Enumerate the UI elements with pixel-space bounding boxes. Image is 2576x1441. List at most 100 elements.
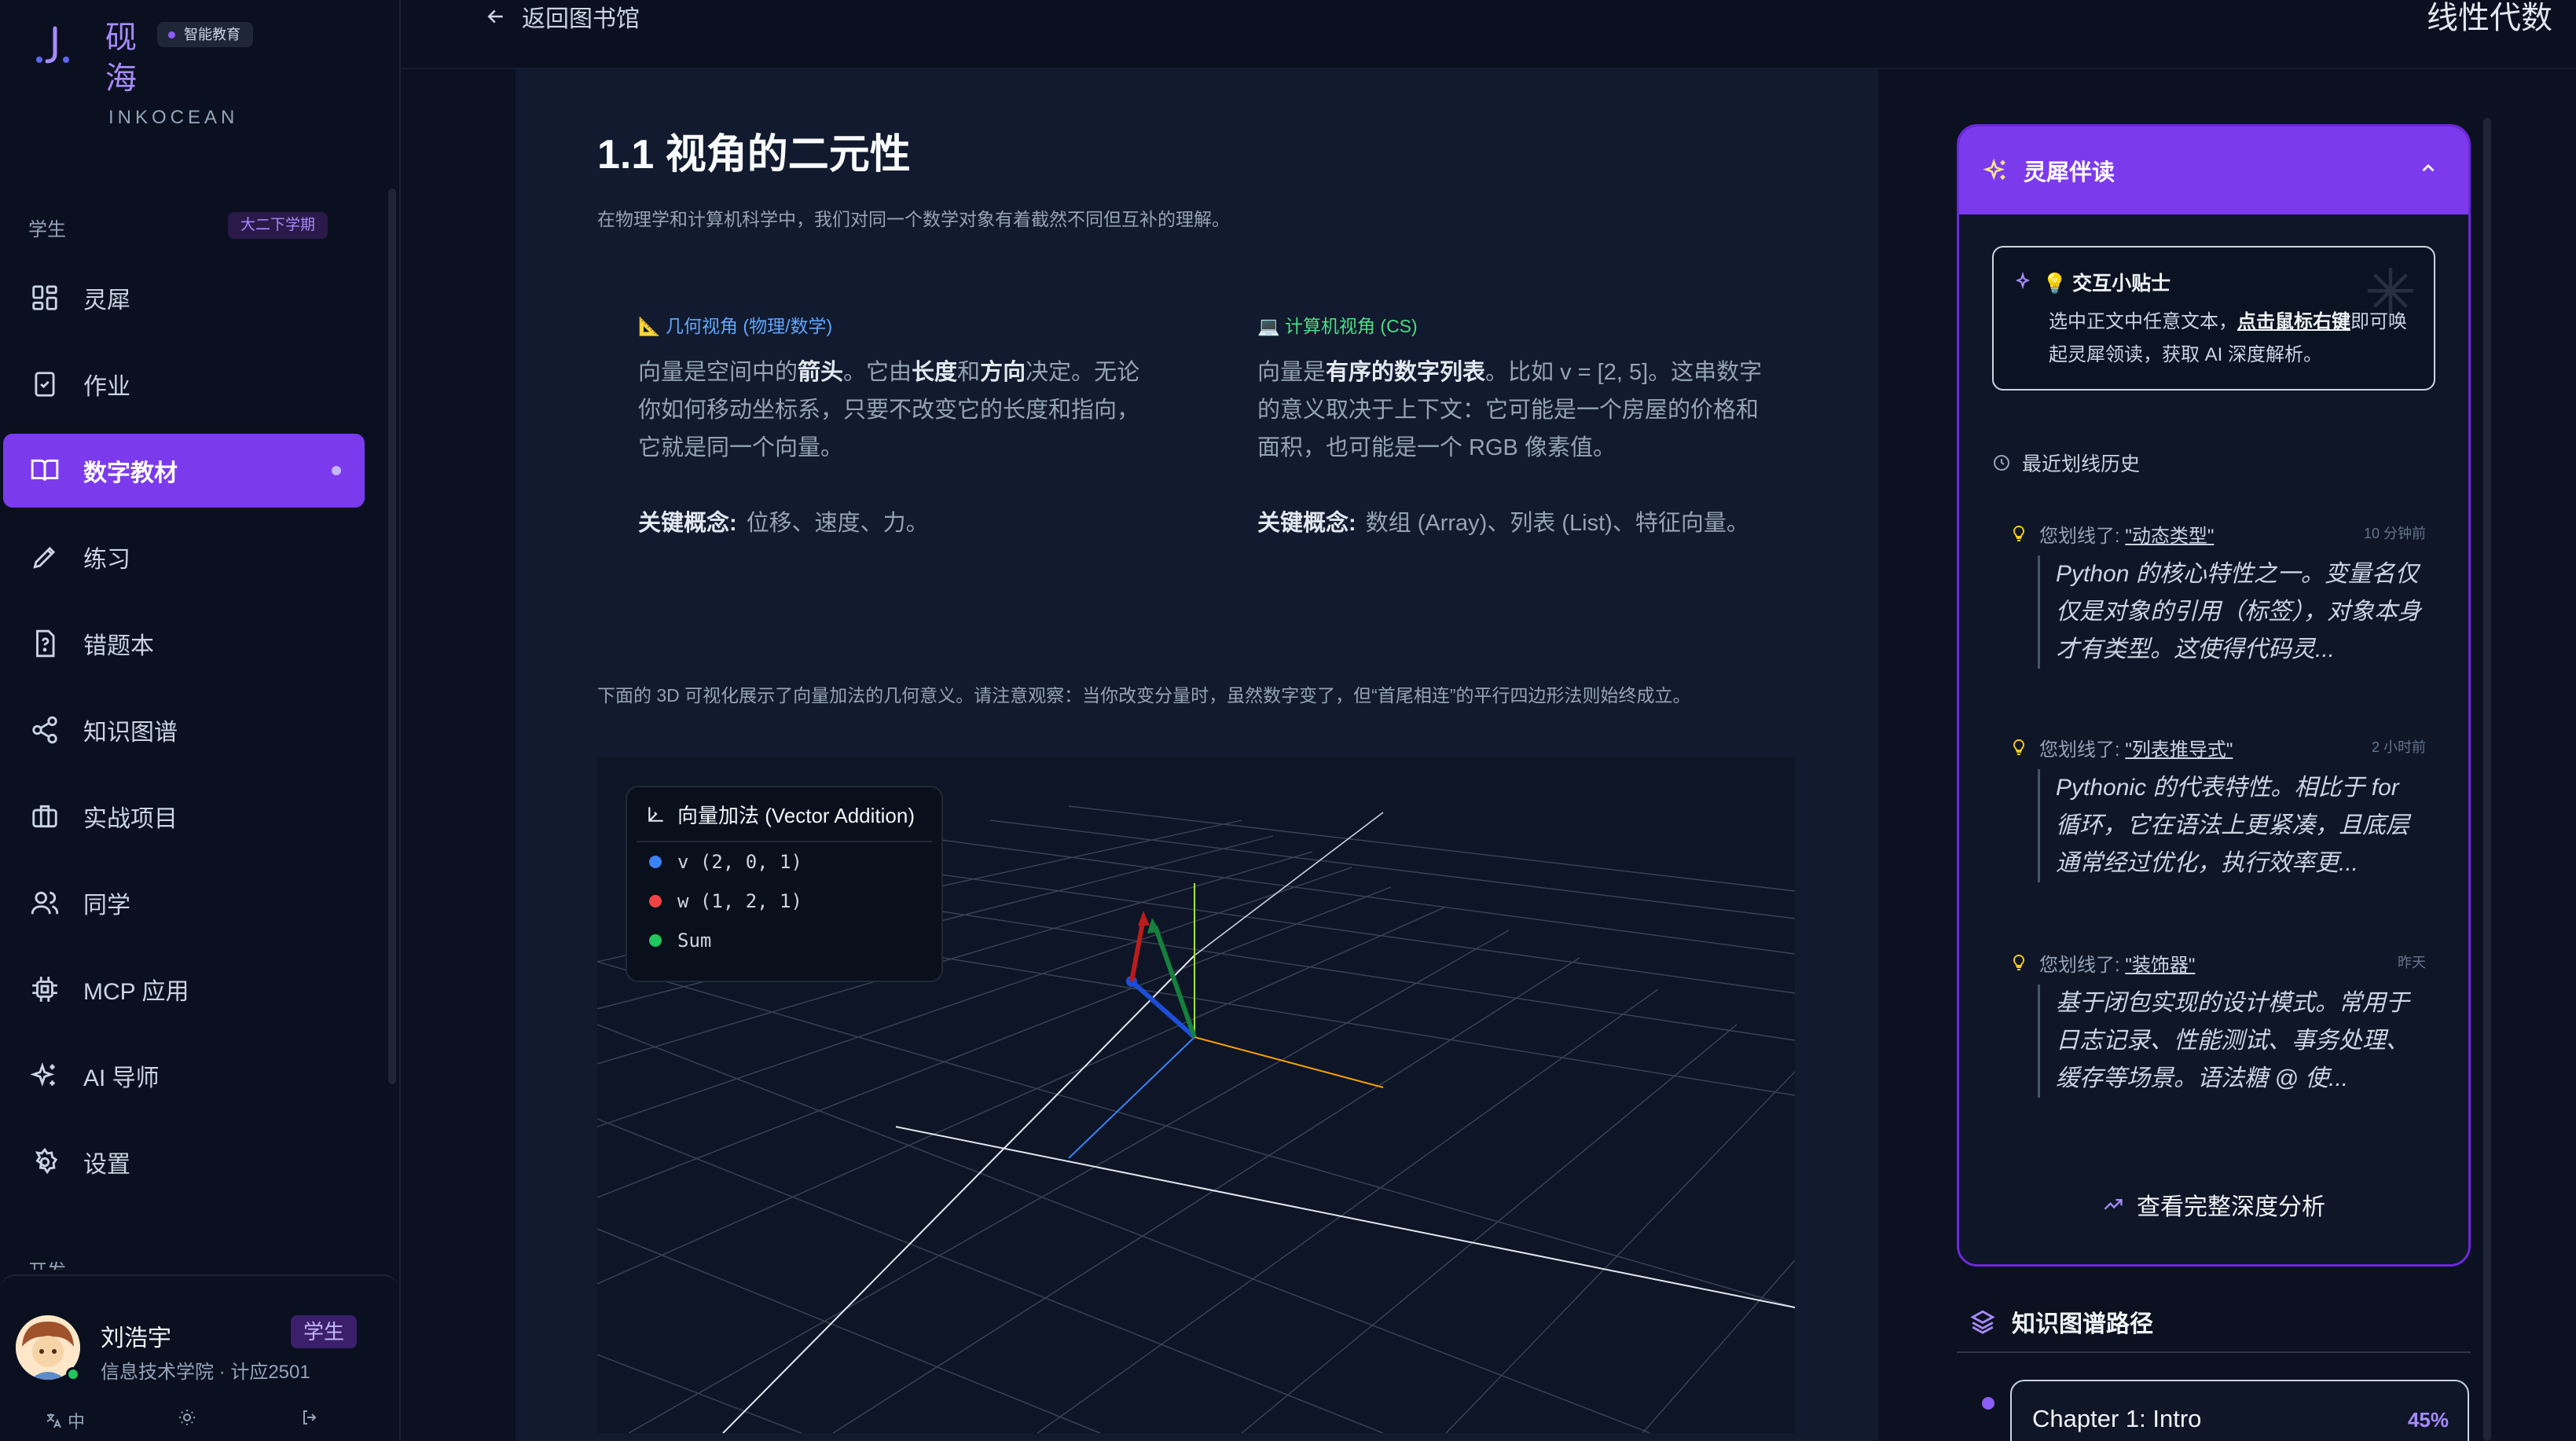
sidebar-item-ai-tutor[interactable]: AI 导师 (3, 1039, 365, 1113)
users-icon (31, 891, 59, 915)
view-full-analysis-button[interactable]: 查看完整深度分析 (1959, 1187, 2468, 1222)
history-quote: 基于闭包实现的设计模式。常用于日志记录、性能测试、事务处理、缓存等场景。语法糖 … (2038, 984, 2426, 1098)
translate-icon (46, 1414, 61, 1428)
sidebar-item-practice[interactable]: 练习 (3, 520, 365, 594)
sidebar-item-lingxi[interactable]: 灵犀 (3, 261, 365, 335)
user-card[interactable]: 刘浩宇 学生 信息技术学院 · 计应2501 中 (0, 1274, 399, 1441)
cs-view-column: 💻 计算机视角 (CS) 向量是有序的数字列表。比如 v = [2, 5]。这串… (1257, 311, 1768, 542)
sidebar-item-homework[interactable]: 作业 (3, 347, 365, 421)
vector-3d-canvas[interactable]: 向量加法 (Vector Addition) v (2, 0, 1) w (1,… (597, 757, 1795, 1433)
arrow-left-icon (487, 9, 503, 24)
sidebar-item-textbook[interactable]: 数字教材 (3, 434, 365, 508)
language-label: 中 (68, 1412, 86, 1432)
sidebar-item-label: 实战项目 (83, 806, 178, 832)
history-time: 昨天 (2398, 955, 2426, 970)
history-item[interactable]: 您划线了: "装饰器" 昨天 基于闭包实现的设计模式。常用于日志记录、性能测试、… (2009, 948, 2426, 1098)
chapter-card[interactable]: Chapter 1: Intro 45% (2010, 1380, 2469, 1441)
cs-view-heading: 💻 计算机视角 (CS) (1257, 316, 1418, 336)
sidebar-item-label: 设置 (83, 1152, 130, 1178)
sidebar-item-label: 练习 (83, 547, 130, 573)
trending-up-icon (2104, 1199, 2123, 1210)
history-quote: Python 的核心特性之一。变量名仅仅是对象的引用（标签），对象本身才有类型。… (2038, 556, 2426, 669)
sidebar-item-classmates[interactable]: 同学 (3, 866, 365, 940)
logo-icon (36, 26, 69, 64)
geometry-view-heading: 📐 几何视角 (物理/数学) (638, 316, 833, 336)
book-open-icon (31, 459, 59, 481)
logout-button[interactable] (300, 1408, 319, 1427)
history-label: 最近划线历史 (2022, 453, 2141, 475)
sidebar-scrollbar[interactable] (388, 189, 396, 1084)
history-item[interactable]: 您划线了: "列表推导式" 2 小时前 Pythonic 的代表特性。相比于 f… (2009, 733, 2426, 882)
user-name: 刘浩宇 (101, 1326, 171, 1351)
sidebar-item-settings[interactable]: 设置 (3, 1125, 365, 1199)
sidebar-item-label: 作业 (83, 374, 130, 400)
term-badge: 大二下学期 (228, 212, 328, 239)
question-file-icon (36, 629, 55, 658)
logout-icon (303, 1410, 317, 1424)
history-quote: Pythonic 的代表特性。相比于 for 循环，它在语法上更紧凑，且底层通常… (2038, 769, 2426, 882)
lightbulb-icon (2013, 739, 2025, 755)
sidebar-item-label: 灵犀 (83, 288, 130, 314)
right-panel-scrollbar[interactable] (2483, 118, 2491, 1441)
layers-icon (1970, 1310, 1995, 1334)
knowledge-path-header: 知识图谱路径 (1969, 1304, 2153, 1339)
book-title: 线性代数 (2427, 1, 2552, 35)
geometry-view-column: 📐 几何视角 (物理/数学) 向量是空间中的箭头。它由长度和方向决定。无论你如何… (638, 311, 1149, 542)
vector-axes-icon (648, 807, 663, 822)
interaction-tip-card: 💡 交互小贴士 选中正文中任意文本，点击鼠标右键即可唤起灵犀领读，获取 AI 深… (1992, 246, 2435, 390)
sidebar-item-projects[interactable]: 实战项目 (3, 779, 365, 853)
pen-icon (33, 546, 56, 569)
sparkle-icon (2015, 271, 2031, 290)
path-node-dot (1982, 1397, 1994, 1410)
visualization-description[interactable]: 下面的 3D 可视化展示了向量加法的几何意义。请注意观察：当你改变分量时，虽然数… (597, 680, 1691, 707)
geometry-view-body[interactable]: 向量是空间中的箭头。它由长度和方向决定。无论你如何移动坐标系，只要不改变它的长度… (638, 354, 1149, 467)
sidebar: 砚海 智能教育 INKOCEAN 学生 大二下学期 灵犀 作业 数字教材 练习 … (0, 0, 401, 1441)
highlight-history-header: 最近划线历史 (1992, 449, 2140, 477)
user-role-badge: 学生 (291, 1315, 358, 1348)
cs-view-body[interactable]: 向量是有序的数字列表。比如 v = [2, 5]。这串数字的意义取决于上下文：它… (1257, 354, 1768, 467)
chevron-up-icon[interactable] (2418, 158, 2438, 178)
companion-title: 灵犀伴读 (2024, 160, 2115, 185)
history-item[interactable]: 您划线了: "动态类型" 10 分钟前 Python 的核心特性之一。变量名仅仅… (2009, 519, 2426, 669)
section-intro[interactable]: 在物理学和计算机科学中，我们对同一个数学对象有着截然不同但互补的理解。 (597, 204, 1230, 231)
lightbulb-icon (2013, 525, 2025, 541)
sidebar-item-label: 错题本 (83, 633, 154, 659)
companion-header[interactable]: 灵犀伴读 (1959, 126, 2468, 214)
clipboard-check-icon (35, 372, 55, 397)
article: 1.1 视角的二元性 在物理学和计算机科学中，我们对同一个数学对象有着截然不同但… (516, 69, 1878, 1441)
cs-key-concepts[interactable]: 关键概念: 数组 (Array)、列表 (List)、特征向量。 (1257, 504, 1768, 542)
sidebar-item-knowledge-graph[interactable]: 知识图谱 (3, 693, 365, 767)
legend-swatch-v (649, 856, 662, 868)
section-label-dev: 开发 (28, 1256, 66, 1270)
chapter-progress: 45% (2407, 1408, 2449, 1432)
brand-subtitle: INKOCEAN (108, 107, 239, 128)
knowledge-path-title: 知识图谱路径 (2012, 1311, 2153, 1337)
sidebar-item-label: AI 导师 (83, 1065, 160, 1091)
topbar: 返回图书馆 线性代数 (402, 0, 2576, 69)
section-label: 学生 (28, 219, 66, 240)
sidebar-item-label: 知识图谱 (83, 720, 178, 746)
active-indicator (332, 466, 341, 475)
legend-title: 向量加法 (Vector Addition) (677, 803, 915, 827)
deep-link-label: 查看完整深度分析 (2137, 1194, 2325, 1220)
back-to-library-button[interactable]: 返回图书馆 (484, 0, 640, 33)
theme-toggle[interactable] (178, 1408, 196, 1427)
language-toggle[interactable]: 中 (44, 1408, 85, 1433)
online-status-dot (66, 1367, 80, 1381)
chip-icon (32, 977, 57, 1002)
geometry-key-concepts[interactable]: 关键概念: 位移、速度、力。 (638, 504, 1149, 542)
sidebar-item-mistakes[interactable]: 错题本 (3, 607, 365, 680)
brand-name: 砚海 (105, 20, 137, 97)
sidebar-item-mcp[interactable]: MCP 应用 (3, 952, 365, 1026)
sparkles-icon (30, 1062, 55, 1087)
legend-item-sum: Sum (627, 921, 941, 960)
history-time: 2 小时前 (2371, 739, 2426, 755)
legend-swatch-w (649, 895, 662, 908)
legend-item-v: v (2, 0, 1) (627, 842, 941, 882)
chapter-name: Chapter 1: Intro (2032, 1405, 2202, 1432)
user-org: 信息技术学院 · 计应2501 (101, 1362, 310, 1383)
tip-body: 选中正文中任意文本，点击鼠标右键即可唤起灵犀领读，获取 AI 深度解析。 (2049, 311, 2407, 365)
reading-companion-panel: 灵犀伴读 💡 交互小贴士 选中正文中任意文本，点击鼠标右键即可唤起灵犀领读，获取… (1957, 124, 2471, 1267)
brand-badge: 智能教育 (157, 22, 253, 47)
divider (1957, 1351, 2471, 1353)
